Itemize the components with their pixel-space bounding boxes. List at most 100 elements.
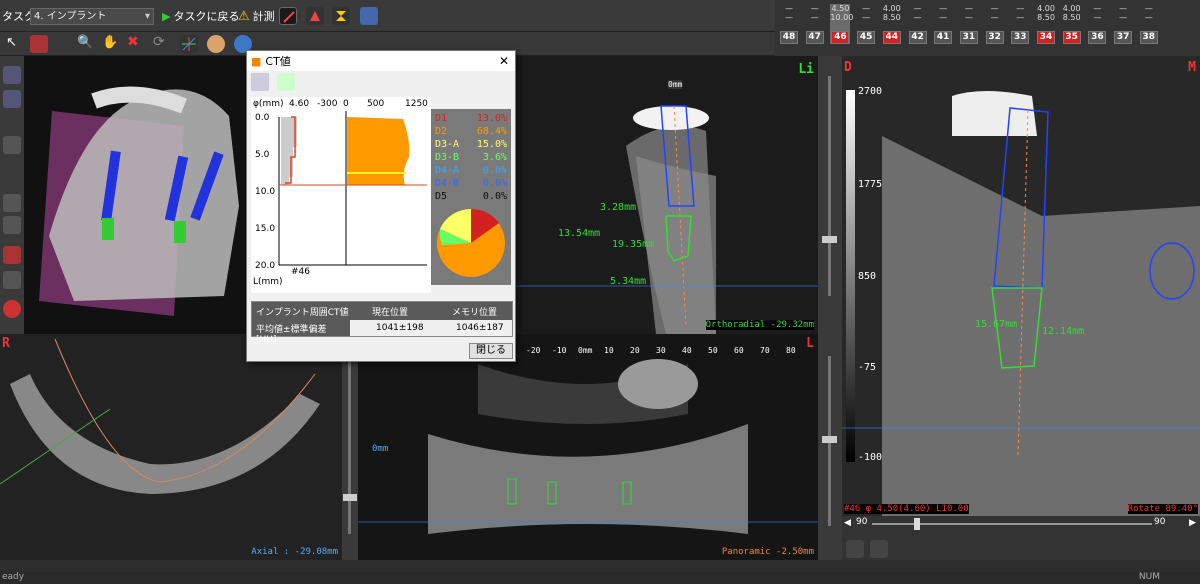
tooth-31[interactable]: — — 31 <box>959 4 979 44</box>
back-to-task-button[interactable]: ▶ タスクに戻る <box>162 6 239 26</box>
table-head-2: メモリ位置 <box>452 308 498 318</box>
tooth-length: — <box>990 13 999 22</box>
imp-icon[interactable] <box>3 246 21 264</box>
viewport-panoramic[interactable]: -20 -10 0mm 10 20 30 40 50 60 70 80 0mm L Panorami… <box>358 334 818 560</box>
tooth-36[interactable]: — — 36 <box>1087 4 1107 44</box>
ct-value-dialog: ■ CT値 ✕ φ(mm) 4.60 -300 0 500 1250 0.0 5.… <box>246 50 516 362</box>
viewport-orthoradial[interactable]: 0mm 3.28mm 13.54mm 19.35mm 5.34mm Li Ort… <box>516 56 818 334</box>
density-chart-icon[interactable] <box>846 540 864 558</box>
ct-profile-chart: φ(mm) 4.60 -300 0 500 1250 0.0 5.0 10.0 15.… <box>251 97 431 293</box>
pan-icon[interactable]: ✋ <box>102 35 118 50</box>
tooth-34[interactable]: 4.00 8.50 34 <box>1036 4 1056 44</box>
ortho-slice-slider-thumb[interactable] <box>822 236 837 243</box>
tooth-37[interactable]: — — 37 <box>1113 4 1133 44</box>
rotate-slider-thumb[interactable] <box>914 518 920 530</box>
tooth-46[interactable]: 4.50 10.00 46 <box>830 4 854 44</box>
implant-red-icon[interactable] <box>870 540 888 558</box>
ruler-icon[interactable] <box>3 136 21 154</box>
close-icon[interactable]: ✕ <box>499 54 509 68</box>
tooth-diameter: 4.00 <box>882 4 901 13</box>
tooth-number: 36 <box>1088 31 1107 44</box>
zoom-icon[interactable]: 🔍 <box>77 35 93 50</box>
tooth-42[interactable]: — — 42 <box>908 4 928 44</box>
rotate-icon[interactable]: ⟳ <box>153 34 165 50</box>
corner-label-r: R <box>2 336 10 351</box>
corner-label-l: L <box>806 336 814 351</box>
tooth-41[interactable]: — — 41 <box>933 4 953 44</box>
ruler-tick: 60 <box>734 346 744 355</box>
chart-mode-icon[interactable] <box>251 73 269 91</box>
ruler-tick: -10 <box>552 346 567 355</box>
viewport-3d[interactable] <box>24 56 246 334</box>
ortho-slice-label: Orthoradial -29.32mm <box>705 320 814 330</box>
layer-icon[interactable] <box>3 194 21 212</box>
implant-info-label: #46 φ 4.50(4.60) L10.00 <box>844 504 969 514</box>
axial-slider-thumb[interactable] <box>343 494 357 501</box>
layer2-icon[interactable] <box>3 216 21 234</box>
tooth-number: 38 <box>1139 31 1158 44</box>
rotate-left-arrow-icon[interactable]: ◀ <box>844 518 851 528</box>
rotate-left-value: 90 <box>856 517 868 527</box>
tooth-length: — <box>1093 13 1102 22</box>
viewport-implant-long-axis[interactable]: 2700 1775 850 -75 -1000 15.67mm 12.14mm … <box>842 56 1200 516</box>
task-select[interactable]: 4. インプラント ▾ <box>30 8 154 25</box>
status-num: NUM <box>1138 572 1160 582</box>
window-icon[interactable] <box>360 7 378 25</box>
dialog-titlebar[interactable]: ■ CT値 ✕ <box>247 51 515 71</box>
implant-tool-icon[interactable] <box>279 7 297 25</box>
axial-slider-track[interactable] <box>348 354 351 534</box>
app-icon: ■ <box>251 54 262 68</box>
rotate-slider-panel: ◀ 90 90 ▶ <box>842 516 1200 560</box>
tooth-32[interactable]: — — 32 <box>985 4 1005 44</box>
face-icon[interactable] <box>207 35 225 53</box>
tooth-47[interactable]: — — 47 <box>805 4 825 44</box>
3d-2d-icon[interactable] <box>30 35 48 53</box>
axes-icon[interactable] <box>180 35 198 53</box>
tooth-44[interactable]: 4.00 8.50 44 <box>882 4 902 44</box>
tooth-length: — <box>810 13 819 22</box>
tooth-48[interactable]: — — 48 <box>779 4 799 44</box>
tooth-35[interactable]: 4.00 8.50 35 <box>1062 4 1082 44</box>
crl-icon[interactable] <box>3 271 21 289</box>
pano-slice-slider-thumb[interactable] <box>822 436 837 443</box>
density-legend-item: D1 13.0% <box>435 113 507 124</box>
measure-label-6: 12.14mm <box>1042 326 1085 337</box>
reset-icon[interactable]: ✖ <box>127 34 139 50</box>
lifebuoy-icon[interactable] <box>3 300 21 318</box>
tooth-number: 46 <box>831 31 850 44</box>
tooth-selector: — —48— —47 4.50 10.00 46— —45 4.00 8.50 44— —42— —4… <box>775 0 1200 56</box>
pano-zero-label: 0mm <box>372 444 389 454</box>
tooth-diameter: 4.00 <box>1062 4 1081 13</box>
mandible-icon[interactable] <box>3 66 21 84</box>
tooth-number: 45 <box>857 31 876 44</box>
task-select-value: 4. インプラント <box>34 11 107 22</box>
tooth-45[interactable]: — — 45 <box>856 4 876 44</box>
tooth-diameter: — <box>990 4 999 13</box>
tooth-length: — <box>862 13 871 22</box>
close-button-label: 閉じる <box>476 345 506 356</box>
tooth-number: 41 <box>934 31 953 44</box>
tooth-number: 34 <box>1037 31 1055 44</box>
maxilla-icon[interactable] <box>3 90 21 108</box>
ortho-slice-slider-track[interactable] <box>828 76 831 296</box>
tooth-38[interactable]: — — 38 <box>1139 4 1159 44</box>
measure-button[interactable]: ⚠ 計測 <box>238 6 275 26</box>
pointer-icon[interactable]: ↖ <box>6 35 17 50</box>
memory-icon[interactable] <box>277 73 295 91</box>
implant-tool3-icon[interactable] <box>332 7 350 25</box>
ruler-tick: -20 <box>526 346 541 355</box>
ruler-tick: 40 <box>682 346 692 355</box>
rotate-right-value: 90 <box>1154 517 1166 527</box>
close-button[interactable]: 閉じる <box>469 343 513 359</box>
density-legend-item: D4-B 0.0% <box>435 178 507 189</box>
density-legend-item: D3-B 3.6% <box>435 152 507 163</box>
rotate-right-arrow-icon[interactable]: ▶ <box>1189 518 1196 528</box>
viewport-axial[interactable]: R Axial : -29.08mm <box>0 334 342 560</box>
zero-mm-label: 0mm <box>668 80 683 89</box>
tooth-length: 8.50 <box>1037 13 1055 22</box>
density-legend-item: D5 0.0% <box>435 191 507 202</box>
tooth-33[interactable]: — — 33 <box>1010 4 1030 44</box>
implant-tool2-icon[interactable] <box>306 7 324 25</box>
tooth-length: 10.00 <box>830 13 854 22</box>
tooth-length: 8.50 <box>1062 13 1081 22</box>
